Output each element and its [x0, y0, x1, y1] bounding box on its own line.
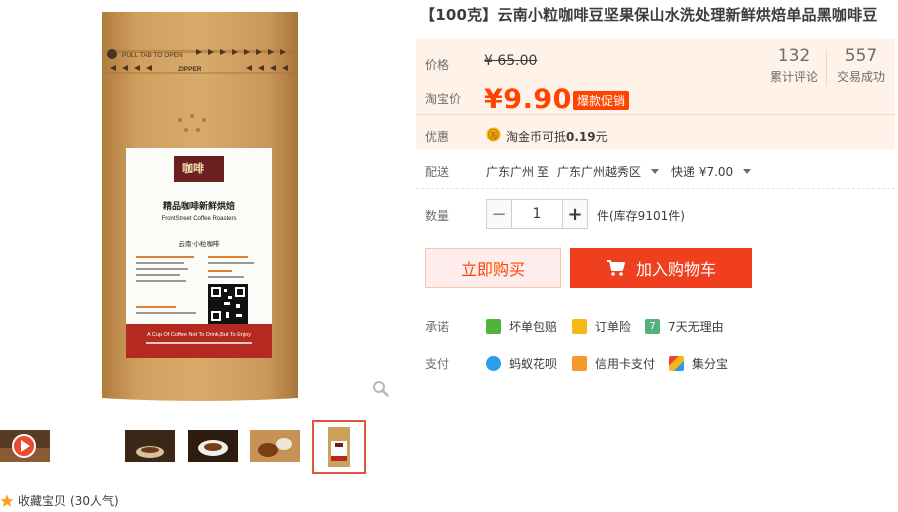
payment-item-label: 集分宝: [692, 357, 729, 371]
favorite-label: 收藏宝贝: [18, 494, 67, 508]
ship-method-select[interactable]: 快递 ¥7.00: [671, 163, 752, 180]
review-label: 累计评论: [769, 70, 818, 84]
payment-item-credit[interactable]: 信用卡支付: [572, 355, 655, 372]
chevron-down-icon: [743, 169, 752, 174]
quantity-stepper: − 1 +: [486, 199, 588, 229]
promise-item-return[interactable]: 7 7天无理由: [645, 318, 724, 335]
promise-item-label: 坏单包赔: [509, 320, 558, 334]
insurance-icon: [572, 319, 587, 334]
star-icon: [0, 494, 14, 507]
promise-label: 承诺: [425, 320, 450, 334]
ship-destination: 广东广州越秀区: [557, 165, 642, 179]
stock-info: 件(库存9101件): [597, 209, 685, 223]
payment-label: 支付: [425, 357, 450, 371]
jifenbao-icon: [669, 356, 684, 371]
stat-transactions[interactable]: 557 交易成功: [832, 46, 890, 85]
label-footer: A Cup Of Coffee Not To Drink,But To Enjo…: [147, 332, 251, 338]
zoom-icon[interactable]: [372, 380, 390, 398]
shield-check-icon: [486, 319, 501, 334]
cart-icon: [606, 260, 625, 276]
label-title: 精品咖啡新鲜烘焙: [163, 200, 235, 212]
transaction-label: 交易成功: [836, 70, 885, 84]
thumbnail-4[interactable]: [250, 430, 300, 462]
ship-from: 广东广州: [486, 165, 535, 179]
thumbnail-3[interactable]: [188, 430, 238, 462]
payment-item-label: 蚂蚁花呗: [509, 357, 558, 371]
original-price: ¥ 65.00: [484, 53, 538, 69]
thumbnail-strip: [0, 418, 380, 474]
discount-label: 优惠: [425, 130, 450, 144]
quantity-input[interactable]: 1: [512, 199, 562, 229]
review-count: 132: [777, 46, 811, 66]
product-title: 【100克】云南小粒咖啡豆坚果保山水洗处理新鲜烘焙单品黑咖啡豆: [420, 6, 878, 24]
taobao-price-label: 淘宝价: [425, 92, 462, 106]
svg-text:淘: 淘: [490, 131, 497, 140]
discount-text: 淘金币可抵0.19元: [506, 130, 608, 144]
label-sub: FrontStreet Coffee Roasters: [162, 216, 237, 222]
thumbnail-5-selected[interactable]: [312, 420, 366, 474]
huabei-icon: [486, 356, 501, 371]
quantity-plus-button[interactable]: +: [562, 199, 588, 229]
ship-method: 快递 ¥7.00: [671, 165, 734, 179]
ship-to-word: 至: [537, 165, 550, 179]
pack-zipper-text: ZIPPER: [178, 66, 202, 73]
thumbnail-video[interactable]: [0, 430, 50, 462]
quantity-minus-button[interactable]: −: [486, 199, 512, 229]
price-label: 价格: [425, 58, 450, 72]
ship-destination-select[interactable]: 广东广州越秀区: [557, 163, 660, 180]
favorite-count: (30人气): [70, 494, 119, 508]
payment-item-label: 信用卡支付: [595, 357, 656, 371]
shipping-divider: [416, 188, 895, 189]
chevron-down-icon: [651, 169, 660, 174]
quantity-label: 数量: [425, 209, 450, 223]
label-product: 云南·小粒咖啡: [178, 239, 220, 248]
price-divider: [416, 114, 895, 115]
promise-item-damage[interactable]: 坏单包赔: [486, 318, 557, 335]
transaction-count: 557: [844, 46, 878, 66]
pack-top-text: PULL TAB TO OPEN: [122, 52, 183, 59]
thumbnail-2[interactable]: [125, 430, 175, 462]
promo-badge: 爆款促销: [573, 91, 630, 110]
stat-divider: [826, 50, 827, 86]
stat-reviews[interactable]: 132 累计评论: [766, 46, 822, 85]
favorite-link[interactable]: 收藏宝贝 (30人气): [0, 492, 119, 509]
credit-card-icon: [572, 356, 587, 371]
discount-amount: 0.19: [566, 130, 596, 144]
add-to-cart-button[interactable]: 加入购物车: [570, 248, 752, 288]
taojinbi-coin-icon: 淘: [486, 127, 501, 142]
promise-item-label: 7天无理由: [668, 320, 724, 334]
payment-item-huabei[interactable]: 蚂蚁花呗: [486, 355, 557, 372]
payment-item-jifenbao[interactable]: 集分宝: [669, 355, 728, 372]
current-price: ¥9.90: [484, 84, 572, 115]
shipping-label: 配送: [425, 165, 450, 179]
brand-logo-text: 咖啡: [182, 161, 204, 175]
promise-item-label: 订单险: [595, 320, 632, 334]
buy-now-button[interactable]: 立即购买: [425, 248, 561, 288]
product-main-image[interactable]: PULL TAB TO OPEN ZIPPER 咖啡 精品咖啡新鲜烘焙 Fron…: [96, 6, 304, 404]
seven-day-icon: 7: [645, 319, 660, 334]
promise-item-insurance[interactable]: 订单险: [572, 318, 631, 335]
add-to-cart-label: 加入购物车: [635, 260, 716, 279]
